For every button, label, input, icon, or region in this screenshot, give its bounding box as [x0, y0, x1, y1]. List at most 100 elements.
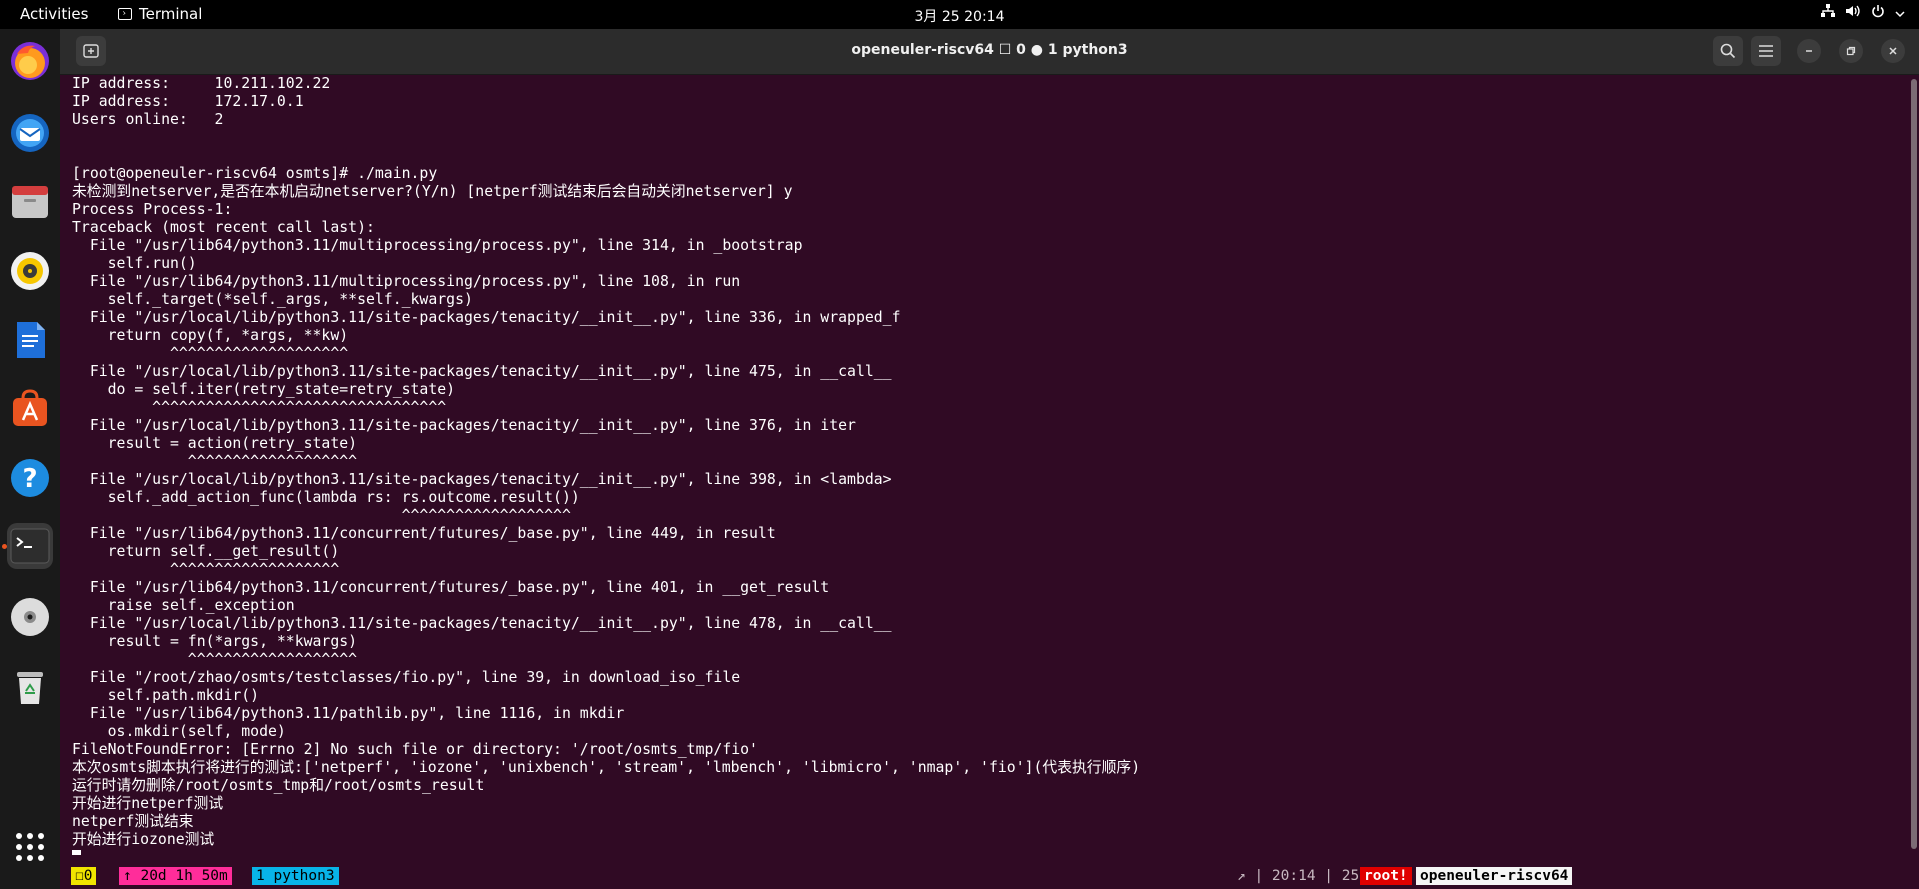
close-icon — [1889, 47, 1897, 55]
app-menu[interactable]: Terminal — [118, 5, 202, 23]
search-icon — [1720, 43, 1736, 59]
terminal-line: 本次osmts脚本执行将进行的测试:['netperf', 'iozone', … — [72, 759, 1141, 776]
terminal-line: self._add_action_func(lambda rs: rs.outc… — [72, 489, 580, 506]
dock-thunderbird[interactable] — [7, 110, 53, 156]
terminal-line: 开始进行netperf测试 — [72, 795, 224, 812]
scrollbar[interactable] — [1911, 79, 1917, 849]
apps-grid-icon — [16, 833, 44, 861]
terminal-line: File "/usr/local/lib/python3.11/site-pac… — [72, 417, 856, 434]
terminal-window: openeuler-riscv64 ☐ 0 ● 1 python3 IP add… — [60, 29, 1919, 889]
terminal-line: self._target(*self._args, **self._kwargs… — [72, 291, 473, 308]
music-speaker-icon — [11, 252, 49, 290]
show-apps-button[interactable] — [7, 824, 53, 870]
network-icon — [1821, 4, 1835, 22]
search-button[interactable] — [1713, 36, 1743, 66]
dock-terminal[interactable] — [7, 523, 53, 569]
clock[interactable]: 3月 25 20:14 — [0, 6, 1919, 26]
terminal-line: Process Process-1: — [72, 201, 233, 218]
tmux-uptime: ↑ 20d 1h 50m — [119, 867, 232, 885]
help-icon: ? — [11, 459, 49, 497]
terminal-line: File "/usr/lib64/python3.11/multiprocess… — [72, 273, 741, 290]
terminal-line: File "/usr/lib64/python3.11/multiprocess… — [72, 237, 803, 254]
dock-trash[interactable] — [7, 663, 53, 709]
terminal-output[interactable]: IP address: 10.211.102.22 IP address: 172… — [72, 75, 1892, 855]
terminal-line: File "/usr/lib64/python3.11/pathlib.py",… — [72, 705, 625, 722]
tmux-status-bar: ☐0 ↑ 20d 1h 50m 1 python3 ↗ | 20:14 | 25… — [60, 866, 1919, 886]
dock-help[interactable]: ? — [7, 455, 53, 501]
tmux-hostname: openeuler-riscv64 — [1416, 867, 1573, 885]
terminal-line: self.run() — [72, 255, 197, 272]
disc-icon — [11, 598, 49, 636]
dock-app-center[interactable] — [7, 386, 53, 432]
menu-button[interactable] — [1751, 36, 1781, 66]
dock-libreoffice-writer[interactable] — [7, 317, 53, 363]
dock-files[interactable] — [7, 179, 53, 225]
terminal-line: File "/usr/local/lib/python3.11/site-pac… — [72, 309, 901, 326]
svg-text:?: ? — [22, 464, 37, 494]
folder-icon — [12, 186, 48, 218]
top-bar: Activities Terminal 3月 25 20:14 — [0, 0, 1919, 29]
hamburger-menu-icon — [1759, 45, 1773, 57]
terminal-line: IP address: 10.211.102.22 — [72, 75, 331, 92]
text-cursor — [72, 850, 81, 855]
system-tray[interactable] — [1821, 4, 1905, 22]
terminal-line: self.path.mkdir() — [72, 687, 260, 704]
window-title: openeuler-riscv64 ☐ 0 ● 1 python3 — [851, 42, 1128, 58]
title-bar[interactable]: openeuler-riscv64 ☐ 0 ● 1 python3 — [60, 29, 1919, 75]
dock-disc[interactable] — [7, 594, 53, 640]
prompt-line — [72, 849, 1892, 855]
terminal-line: File "/usr/local/lib/python3.11/site-pac… — [72, 615, 892, 632]
document-icon — [17, 322, 45, 358]
terminal-line: netperf测试结束 — [72, 813, 194, 830]
chevron-down-icon — [1895, 4, 1905, 22]
terminal-line: FileNotFoundError: [Errno 2] No such fil… — [72, 741, 758, 758]
terminal-line: return self.__get_result() — [72, 543, 340, 560]
terminal-line: [root@openeuler-riscv64 osmts]# ./main.p… — [72, 165, 438, 182]
trash-icon — [17, 672, 43, 704]
terminal-line: 未检测到netserver,是否在本机启动netserver?(Y/n) [ne… — [72, 183, 793, 200]
terminal-line: Users online: 2 — [72, 111, 224, 128]
close-button[interactable] — [1881, 39, 1905, 63]
terminal-line: ^^^^^^^^^^^^^^^^^^^ — [72, 561, 340, 578]
terminal-line: result = action(retry_state) — [72, 435, 358, 452]
terminal-line: 运行时请勿删除/root/osmts_tmp和/root/osmts_resul… — [72, 777, 485, 794]
minimize-button[interactable] — [1797, 39, 1821, 63]
terminal-line: ^^^^^^^^^^^^^^^^^^^ — [72, 651, 358, 668]
terminal-icon — [10, 528, 50, 564]
terminal-line: ^^^^^^^^^^^^^^^^^^^^^^^^^^^^^^^^^ — [72, 399, 447, 416]
thunderbird-icon — [11, 114, 49, 152]
terminal-line: File "/usr/local/lib/python3.11/site-pac… — [72, 363, 892, 380]
terminal-line: ^^^^^^^^^^^^^^^^^^^ — [72, 507, 571, 524]
terminal-line: File "/usr/local/lib/python3.11/site-pac… — [72, 471, 892, 488]
tmux-session-indicator: ☐0 — [71, 867, 97, 885]
terminal-line: Traceback (most recent call last): — [72, 219, 375, 236]
terminal-line: ^^^^^^^^^^^^^^^^^^^ — [72, 453, 358, 470]
terminal-line: File "/root/zhao/osmts/testclasses/fio.p… — [72, 669, 741, 686]
dock-rhythmbox[interactable] — [7, 248, 53, 294]
terminal-icon — [118, 8, 132, 20]
app-name: Terminal — [139, 5, 203, 23]
terminal-line: File "/usr/lib64/python3.11/concurrent/f… — [72, 579, 830, 596]
minimize-icon — [1806, 50, 1812, 52]
power-icon — [1871, 4, 1885, 22]
terminal-line: 开始进行iozone测试 — [72, 831, 215, 848]
terminal-line: ^^^^^^^^^^^^^^^^^^^^ — [72, 345, 349, 362]
tmux-window-tab[interactable]: 1 python3 — [252, 867, 339, 885]
maximize-button[interactable] — [1839, 39, 1863, 63]
dock-firefox[interactable] — [7, 38, 53, 84]
firefox-icon — [11, 42, 49, 80]
terminal-line: result = fn(*args, **kwargs) — [72, 633, 358, 650]
volume-icon — [1845, 4, 1861, 22]
terminal-line: do = self.iter(retry_state=retry_state) — [72, 381, 456, 398]
activities-button[interactable]: Activities — [20, 5, 88, 23]
terminal-line: return copy(f, *args, **kw) — [72, 327, 349, 344]
terminal-line: raise self._exception — [72, 597, 295, 614]
terminal-line: File "/usr/lib64/python3.11/concurrent/f… — [72, 525, 776, 542]
restore-icon — [1846, 46, 1856, 56]
terminal-line: os.mkdir(self, mode) — [72, 723, 286, 740]
tmux-user: root! — [1360, 867, 1412, 885]
terminal-line: IP address: 172.17.0.1 — [72, 93, 304, 110]
app-store-icon — [13, 389, 47, 426]
